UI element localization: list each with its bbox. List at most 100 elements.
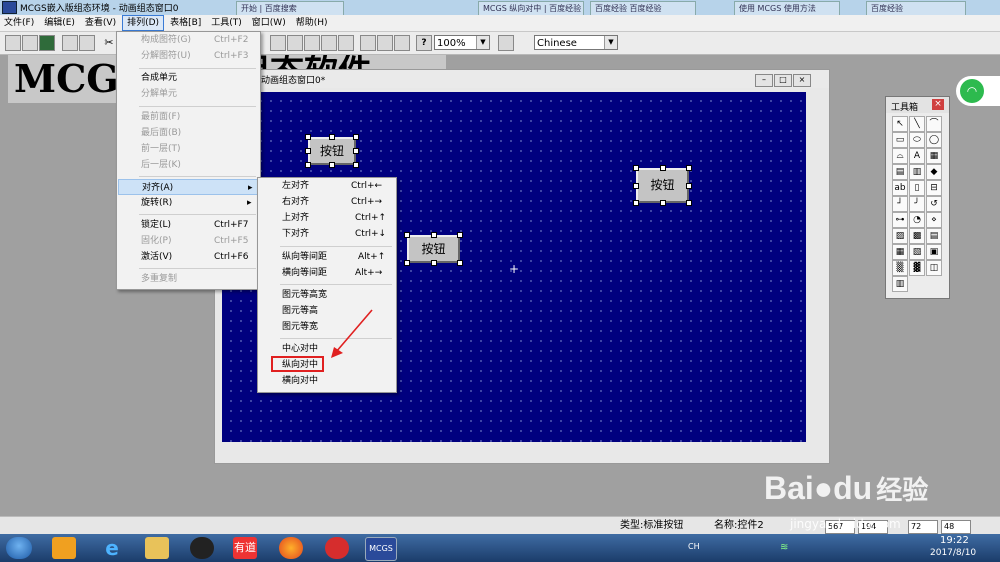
tool-icon[interactable]: ▨ [892, 228, 908, 244]
media-player-icon[interactable] [52, 537, 76, 559]
menu-item-merge-unit[interactable]: 合成单元 [117, 70, 260, 86]
toolbar-icon[interactable] [321, 35, 337, 51]
tool-icon[interactable]: ↺ [926, 196, 942, 212]
menu-help[interactable]: 帮助(H) [292, 16, 332, 30]
menu-item-lock[interactable]: 锁定(L) Ctrl+F7 [117, 217, 260, 233]
selection-handle[interactable] [633, 165, 639, 171]
menu-item-bring-front[interactable]: 最前面(F) [117, 109, 260, 125]
maximize-icon[interactable]: □ [774, 74, 792, 87]
bg-tab[interactable]: 百度经验 百度经验 [590, 1, 696, 16]
chevron-down-icon[interactable]: ▼ [476, 36, 489, 49]
tool-icon[interactable]: ◫ [926, 260, 942, 276]
menu-tools[interactable]: 工具(T) [207, 16, 246, 30]
selection-handle[interactable] [305, 148, 311, 154]
menu-item-rotate[interactable]: 旋转(R) ▸ [117, 195, 260, 211]
tool-icon[interactable]: ⊶ [892, 212, 908, 228]
menu-item-align-left[interactable]: 左对齐 Ctrl+← [258, 178, 396, 194]
menu-file[interactable]: 文件(F) [0, 16, 38, 30]
toolbar-icon[interactable] [287, 35, 303, 51]
selection-handle[interactable] [353, 148, 359, 154]
menu-item-send-back[interactable]: 最后面(B) [117, 125, 260, 141]
menu-item-decompose-symbol[interactable]: 分解图符(U) Ctrl+F3 [117, 48, 260, 64]
menu-item-forward[interactable]: 前一层(T) [117, 141, 260, 157]
editor-window-titlebar[interactable]: 动画组态窗口0* – □ × [215, 70, 829, 88]
minimize-icon[interactable]: – [755, 74, 773, 87]
bg-tab[interactable]: 百度经验 [866, 1, 966, 16]
selection-handle[interactable] [353, 134, 359, 140]
bg-tab[interactable]: 使用 MCGS 使用方法 [734, 1, 840, 16]
grid-icon[interactable] [338, 35, 354, 51]
menu-table[interactable]: 表格[B] [166, 16, 205, 30]
menu-item-horizontal-center[interactable]: 横向对中 [258, 373, 396, 389]
toolbar-icon[interactable] [304, 35, 320, 51]
tool-icon[interactable]: ⋄ [926, 212, 942, 228]
polyline-icon[interactable]: ⌓ [892, 148, 908, 164]
tool-icon[interactable]: ▤ [892, 164, 908, 180]
line-icon[interactable]: ╲ [909, 116, 925, 132]
tool-icon[interactable]: ╯ [909, 196, 925, 212]
cut-icon[interactable]: ✂ [101, 35, 117, 51]
menu-item-align-right[interactable]: 右对齐 Ctrl+→ [258, 194, 396, 210]
tool-icon[interactable]: ◔ [909, 212, 925, 228]
ellipse-icon[interactable]: ◯ [926, 132, 942, 148]
selection-handle[interactable] [660, 165, 666, 171]
input-language[interactable]: CH [688, 542, 700, 551]
selection-handle[interactable] [633, 183, 639, 189]
tool-icon[interactable]: ┘ [892, 196, 908, 212]
selection-handle[interactable] [431, 232, 437, 238]
pointer-icon[interactable]: ↖ [892, 116, 908, 132]
bitmap-icon[interactable]: ▦ [926, 148, 942, 164]
input-icon[interactable]: ab [892, 180, 908, 196]
rectangle-icon[interactable]: ▭ [892, 132, 908, 148]
netease-music-icon[interactable] [325, 537, 349, 559]
selection-handle[interactable] [660, 200, 666, 206]
canvas-button[interactable]: 按钮 [308, 137, 356, 165]
selection-handle[interactable] [329, 134, 335, 140]
rounded-rect-icon[interactable]: ⬭ [909, 132, 925, 148]
tool-icon[interactable]: ▒ [892, 260, 908, 276]
close-icon[interactable]: × [932, 99, 944, 110]
youdao-icon[interactable]: 有道 [233, 537, 257, 559]
menu-item-backward[interactable]: 后一层(K) [117, 157, 260, 173]
canvas-button[interactable]: 按钮 [407, 235, 460, 263]
selection-handle[interactable] [305, 134, 311, 140]
start-button-icon[interactable] [6, 537, 32, 559]
menu-item-solidify[interactable]: 固化(P) Ctrl+F5 [117, 233, 260, 249]
label-icon[interactable]: A [909, 148, 925, 164]
menu-item-same-size[interactable]: 图元等高宽 [258, 287, 396, 303]
menu-item-activate[interactable]: 激活(V) Ctrl+F6 [117, 249, 260, 265]
print-preview-icon[interactable] [79, 35, 95, 51]
selection-handle[interactable] [431, 260, 437, 266]
zoom-select[interactable]: 100% ▼ [434, 35, 490, 50]
wifi-tray-icon[interactable]: ≋ [780, 542, 788, 553]
selection-handle[interactable] [686, 165, 692, 171]
clock-time[interactable]: 19:22 [940, 535, 969, 546]
toolbox-titlebar[interactable]: 工具箱 × [886, 97, 949, 113]
menu-item-align[interactable]: 对齐(A) ▸ [118, 179, 258, 195]
selection-handle[interactable] [633, 200, 639, 206]
table-icon[interactable]: ▦ [892, 244, 908, 260]
menu-edit[interactable]: 编辑(E) [40, 16, 79, 30]
wifi-badge[interactable]: ◠ [956, 76, 1000, 106]
selection-handle[interactable] [457, 232, 463, 238]
bg-tab[interactable]: 开始 | 百度搜索 [236, 1, 344, 16]
selection-handle[interactable] [457, 260, 463, 266]
tool-icon[interactable]: ▩ [909, 228, 925, 244]
save-icon[interactable] [39, 35, 55, 51]
help-icon[interactable]: ? [416, 35, 432, 51]
bg-tab[interactable]: MCGS 纵向对中 | 百度经验 [478, 1, 584, 16]
canvas-button[interactable]: 按钮 [636, 168, 689, 203]
tool-icon[interactable]: ⊟ [926, 180, 942, 196]
clock-date[interactable]: 2017/8/10 [930, 548, 976, 558]
tool-icon[interactable]: ◆ [926, 164, 942, 180]
selection-handle[interactable] [404, 232, 410, 238]
selection-handle[interactable] [686, 183, 692, 189]
check-icon[interactable] [377, 35, 393, 51]
menu-item-align-top[interactable]: 上对齐 Ctrl+↑ [258, 210, 396, 226]
tool-icon[interactable]: ▓ [909, 260, 925, 276]
selection-handle[interactable] [686, 200, 692, 206]
toolbar-icon[interactable] [270, 35, 286, 51]
tool-icon[interactable]: ▯ [909, 180, 925, 196]
print-icon[interactable] [62, 35, 78, 51]
selection-handle[interactable] [353, 162, 359, 168]
